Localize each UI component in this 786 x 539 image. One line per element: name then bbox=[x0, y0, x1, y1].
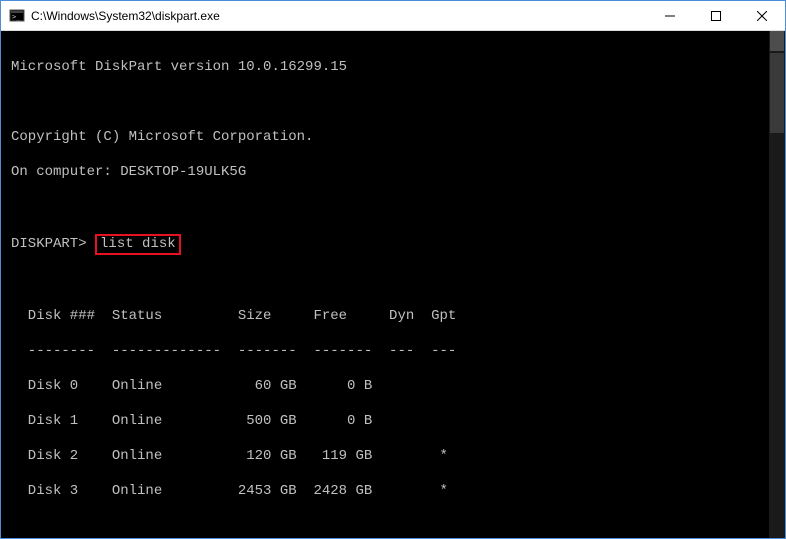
disk-table-header: Disk ### Status Size Free Dyn Gpt bbox=[11, 308, 785, 326]
minimize-button[interactable] bbox=[647, 1, 693, 30]
scrollbar[interactable] bbox=[769, 31, 785, 538]
svg-text:>_: >_ bbox=[12, 13, 21, 21]
close-button[interactable] bbox=[739, 1, 785, 30]
maximize-button[interactable] bbox=[693, 1, 739, 30]
disk-row: Disk 0 Online 60 GB 0 B bbox=[11, 378, 785, 396]
prompt: DISKPART> bbox=[11, 236, 87, 252]
titlebar: >_ C:\Windows\System32\diskpart.exe bbox=[1, 1, 785, 31]
blank bbox=[11, 94, 785, 112]
blank bbox=[11, 199, 785, 217]
disk-row: Disk 3 Online 2453 GB 2428 GB * bbox=[11, 483, 785, 501]
cmd-list-disk: list disk bbox=[95, 234, 181, 256]
computer-line: On computer: DESKTOP-19ULK5G bbox=[11, 164, 785, 182]
prompt-line: DISKPART> list disk bbox=[11, 234, 785, 256]
disk-row: Disk 2 Online 120 GB 119 GB * bbox=[11, 448, 785, 466]
app-icon: >_ bbox=[9, 8, 25, 24]
blank bbox=[11, 273, 785, 291]
disk-row: Disk 1 Online 500 GB 0 B bbox=[11, 413, 785, 431]
terminal-area[interactable]: Microsoft DiskPart version 10.0.16299.15… bbox=[1, 31, 785, 538]
version-line: Microsoft DiskPart version 10.0.16299.15 bbox=[11, 59, 785, 77]
window-controls bbox=[647, 1, 785, 30]
window-title: C:\Windows\System32\diskpart.exe bbox=[31, 9, 647, 23]
copyright-line: Copyright (C) Microsoft Corporation. bbox=[11, 129, 785, 147]
blank bbox=[11, 518, 785, 536]
disk-table-divider: -------- ------------- ------- ------- -… bbox=[11, 343, 785, 361]
scroll-track-segment[interactable] bbox=[770, 53, 784, 133]
scroll-thumb[interactable] bbox=[770, 31, 784, 51]
